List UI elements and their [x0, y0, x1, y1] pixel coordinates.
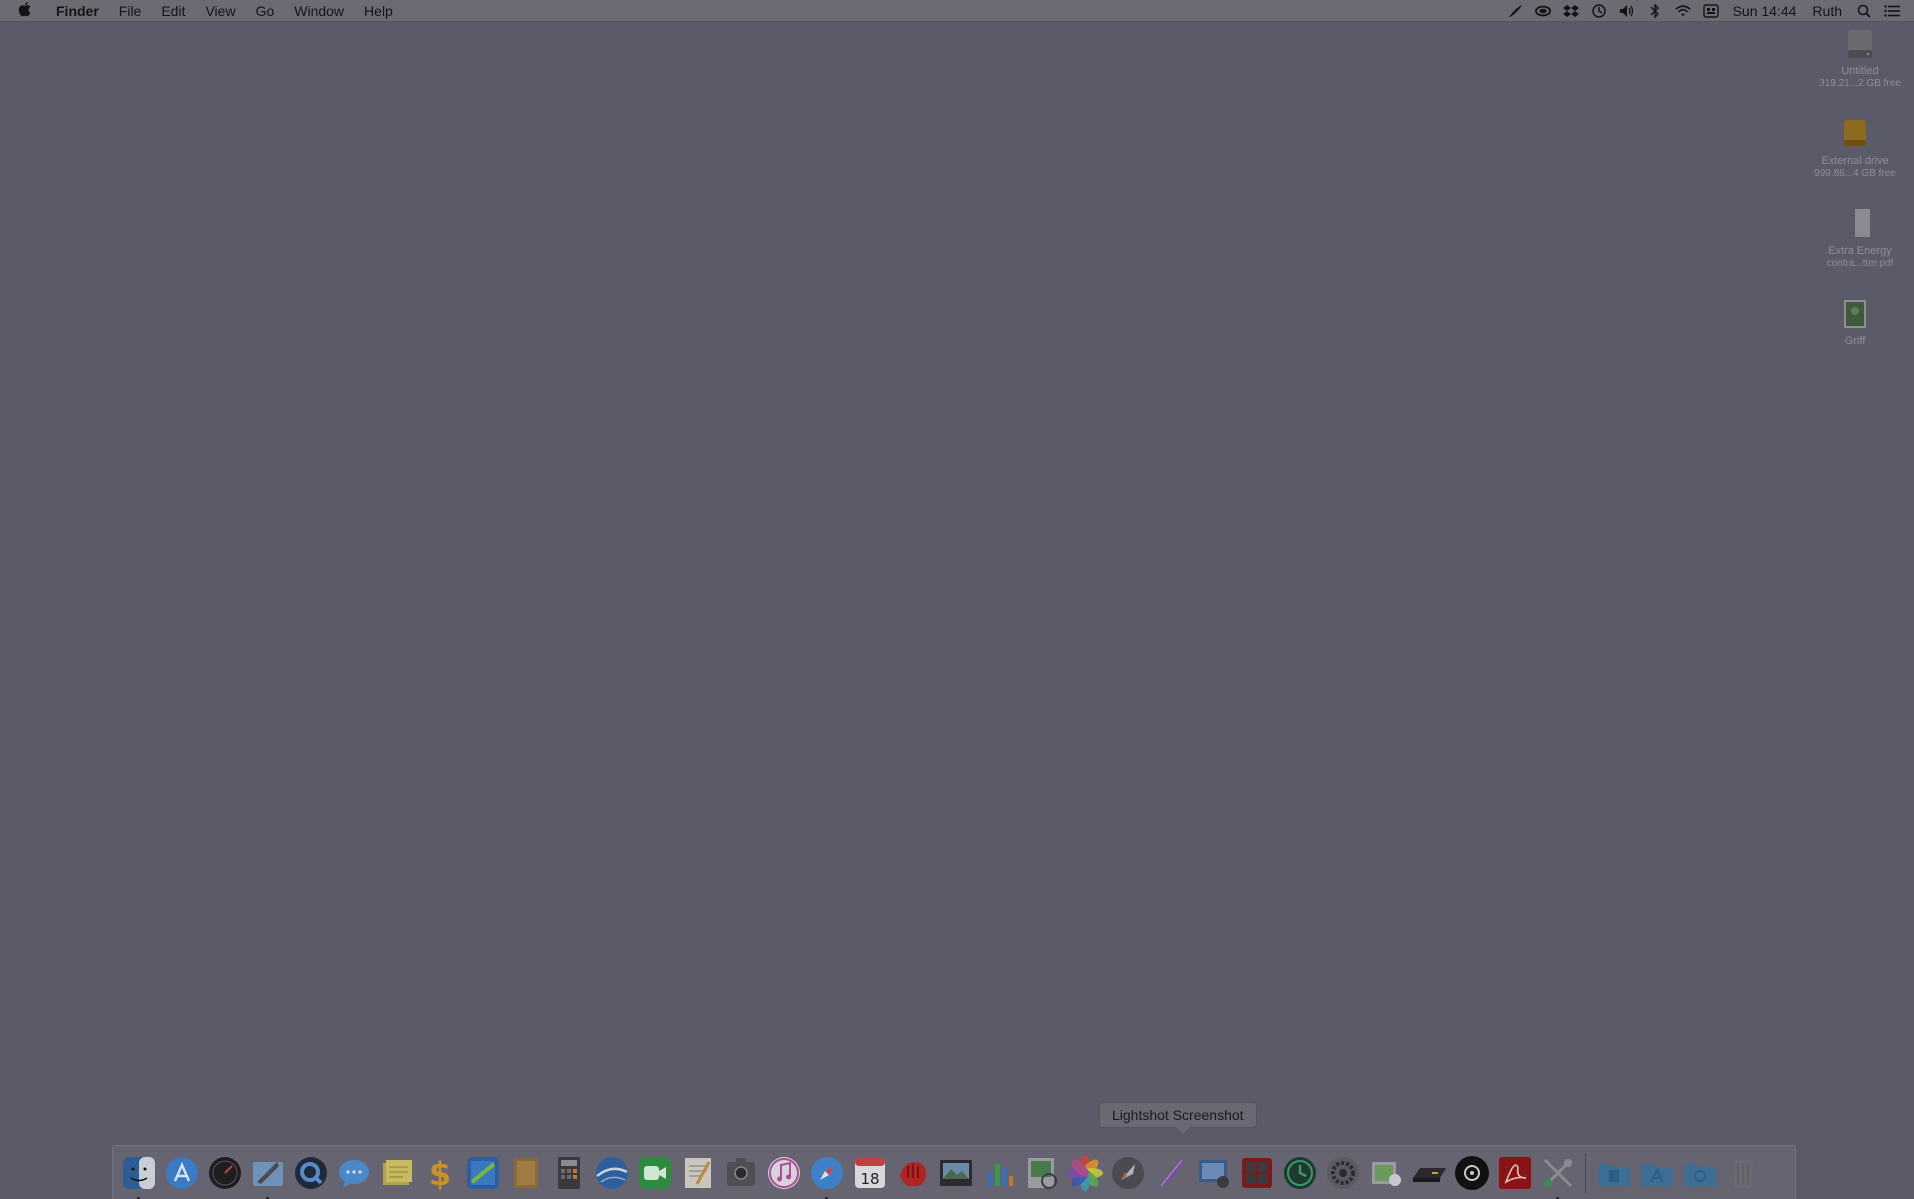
- hand-app-icon[interactable]: [894, 1154, 932, 1192]
- calculator-icon[interactable]: [550, 1154, 588, 1192]
- dropbox-icon[interactable]: [1562, 3, 1579, 19]
- menu-edit[interactable]: Edit: [151, 0, 195, 22]
- system-preferences-icon[interactable]: [1324, 1154, 1362, 1192]
- dock: $ 18: [112, 1145, 1796, 1199]
- photo-booth-icon[interactable]: [1238, 1154, 1276, 1192]
- launchpad-icon[interactable]: [1109, 1154, 1147, 1192]
- google-earth-icon[interactable]: [593, 1154, 631, 1192]
- safari-icon[interactable]: [808, 1154, 846, 1199]
- applications-folder-icon[interactable]: [1638, 1154, 1676, 1192]
- acrobat-icon[interactable]: [1496, 1154, 1534, 1192]
- svg-text:18: 18: [860, 1170, 879, 1188]
- app-store-icon[interactable]: [163, 1154, 201, 1192]
- external-drive-icon: [1837, 116, 1873, 152]
- hard-drive-icon: [1842, 26, 1878, 62]
- dollar-app-icon[interactable]: $: [421, 1154, 459, 1192]
- drive-app-icon[interactable]: [1410, 1154, 1448, 1192]
- messages-icon[interactable]: [335, 1154, 373, 1192]
- downloads-folder-icon[interactable]: [1681, 1154, 1719, 1192]
- time-machine-icon[interactable]: [1591, 3, 1607, 19]
- wifi-icon[interactable]: [1674, 3, 1691, 19]
- time-machine-icon[interactable]: [1281, 1154, 1319, 1192]
- quill-icon[interactable]: [1507, 3, 1523, 19]
- facetime-icon[interactable]: [636, 1154, 674, 1192]
- photo-editor-icon[interactable]: [937, 1154, 975, 1192]
- directory-utility-icon[interactable]: [1367, 1154, 1405, 1192]
- dvd-player-icon[interactable]: [1453, 1154, 1491, 1192]
- desktop-icon-untitled[interactable]: Untitled 319.21...2 GB free: [1805, 26, 1914, 90]
- desktop-icon-sublabel: 319.21...2 GB free: [1819, 78, 1901, 89]
- finder-icon[interactable]: [120, 1154, 158, 1199]
- menu-window[interactable]: Window: [284, 0, 354, 22]
- menu-bar: Finder File Edit View Go Window Help Sun…: [0, 0, 1914, 22]
- mail-icon[interactable]: [249, 1154, 287, 1199]
- desktop-icon-label: Griff: [1844, 335, 1866, 347]
- calendar-icon[interactable]: 18: [851, 1154, 889, 1192]
- input-source-icon[interactable]: [1702, 3, 1719, 19]
- dashboard-icon[interactable]: [206, 1154, 244, 1192]
- menubar-clock[interactable]: Sun 14:44: [1725, 3, 1805, 19]
- desktop-icon-label: External drive: [1821, 155, 1889, 167]
- desktop-icon-label: Untitled: [1841, 65, 1879, 77]
- trash-icon[interactable]: [1724, 1154, 1762, 1192]
- image-capture-icon[interactable]: [722, 1154, 760, 1192]
- volume-icon[interactable]: [1619, 3, 1635, 19]
- image-file-icon: [1837, 296, 1873, 332]
- bluetooth-icon[interactable]: [1647, 2, 1663, 19]
- menu-view[interactable]: View: [195, 0, 245, 22]
- notification-center-icon[interactable]: [1884, 3, 1900, 19]
- textedit-icon[interactable]: [679, 1154, 717, 1192]
- pdf-document-icon: [1842, 206, 1878, 242]
- menu-help[interactable]: Help: [354, 0, 403, 22]
- spotlight-search-icon[interactable]: [1856, 3, 1872, 19]
- svg-text:$: $: [428, 1155, 450, 1192]
- documents-folder-icon[interactable]: [1595, 1154, 1633, 1192]
- desktop-icon-griff[interactable]: Griff: [1800, 296, 1910, 348]
- quicktime-icon[interactable]: [292, 1154, 330, 1192]
- apple-menu-icon[interactable]: [14, 1, 36, 21]
- itunes-icon[interactable]: [765, 1154, 803, 1192]
- desktop-icon-label: Extra Energy: [1828, 245, 1892, 257]
- image-viewer-icon[interactable]: [1195, 1154, 1233, 1192]
- desktop-icon-extra-energy-pdf[interactable]: Extra Energy contra...tter.pdf: [1805, 206, 1914, 270]
- desktop-icon-sublabel: 999.86...4 GB free: [1814, 168, 1896, 179]
- menu-go[interactable]: Go: [246, 0, 285, 22]
- status-area: Sun 14:44 Ruth: [1501, 0, 1914, 22]
- stickies-icon[interactable]: [378, 1154, 416, 1192]
- numbers-icon[interactable]: [980, 1154, 1018, 1192]
- dock-separator: [1585, 1152, 1586, 1193]
- photos-icon[interactable]: [1066, 1154, 1104, 1192]
- preview-icon[interactable]: [1023, 1154, 1061, 1192]
- dock-tooltip: Lightshot Screenshot: [1099, 1102, 1257, 1134]
- menubar-user[interactable]: Ruth: [1804, 3, 1850, 19]
- screen-app-icon[interactable]: [464, 1154, 502, 1192]
- utilities-icon[interactable]: [1539, 1154, 1577, 1199]
- notebook-icon[interactable]: [507, 1154, 545, 1192]
- app-menu-finder[interactable]: Finder: [46, 0, 109, 22]
- menu-file[interactable]: File: [109, 0, 152, 22]
- desktop-icon-sublabel: contra...tter.pdf: [1826, 258, 1894, 269]
- desktop-icon-external-drive[interactable]: External drive 999.86...4 GB free: [1800, 116, 1910, 180]
- lightshot-icon[interactable]: [1152, 1154, 1190, 1192]
- cloud-icon[interactable]: [1534, 3, 1551, 19]
